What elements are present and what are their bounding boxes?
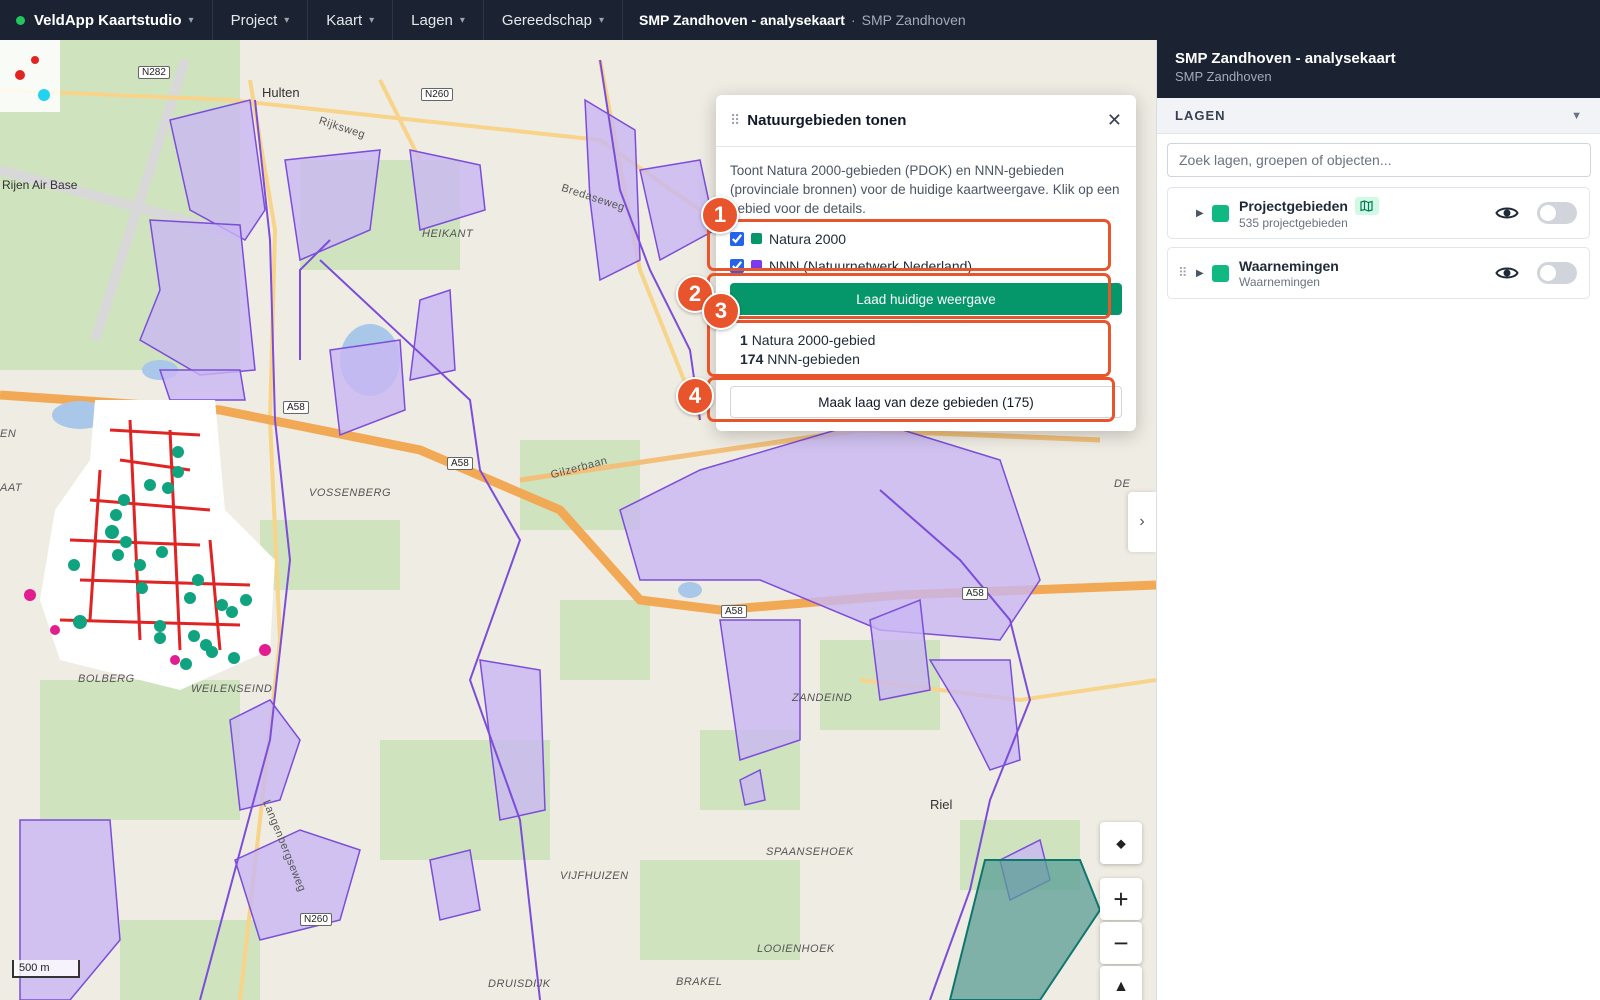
- layer-color-swatch: [1212, 204, 1229, 222]
- layers-panel: SMP Zandhoven - analysekaart SMP Zandhov…: [1156, 40, 1600, 1000]
- app-name: VeldApp Kaartstudio: [34, 11, 182, 29]
- layer-count: Waarnemingen: [1239, 274, 1320, 289]
- road-shield: A58: [962, 587, 988, 600]
- annotation-highlight-4: [707, 377, 1115, 422]
- place-label: BRAKEL: [676, 976, 723, 988]
- top-bar: VeldApp Kaartstudio ▾ Project ▾ Kaart ▾ …: [0, 0, 1600, 40]
- drag-handle-icon[interactable]: ⠿: [1178, 265, 1196, 281]
- road-shield: N260: [421, 88, 453, 101]
- map-icon: [1354, 196, 1379, 215]
- layers-section-header[interactable]: LAGEN ▼: [1157, 98, 1600, 134]
- place-label: AAT: [0, 482, 23, 494]
- place-label: DE: [1114, 478, 1131, 490]
- place-label: DRUISDIJK: [488, 978, 551, 990]
- road-shield: A58: [447, 457, 473, 470]
- chevron-down-icon: ▾: [369, 14, 375, 26]
- place-label: SPAANSEHOEK: [766, 846, 854, 858]
- menu-label: Project: [230, 11, 278, 29]
- chevron-down-icon: ▼: [1571, 109, 1582, 122]
- layer-name: Projectgebieden: [1239, 196, 1495, 215]
- menu-label: Gereedschap: [501, 11, 592, 29]
- place-label: Hulten: [262, 85, 300, 100]
- chevron-down-icon: ▾: [598, 14, 605, 26]
- drag-handle-icon[interactable]: ⠿: [730, 112, 740, 129]
- eye-icon[interactable]: [1495, 201, 1519, 225]
- place-label: BOLBERG: [78, 673, 135, 685]
- place-label: VIJFHUIZEN: [560, 870, 629, 882]
- layer-item-waarnemingen[interactable]: ⠿ ▶ Waarnemingen Waarnemingen: [1167, 247, 1590, 299]
- place-label: HEIKANT: [422, 228, 474, 240]
- zoom-in-button[interactable]: +: [1100, 878, 1142, 920]
- map-title: SMP Zandhoven - analysekaart: [639, 12, 845, 28]
- annotation-highlight-2: [707, 273, 1111, 319]
- compass-button[interactable]: ⬥: [1100, 822, 1142, 864]
- annotation-badge-1: 1: [701, 196, 739, 234]
- layer-count: 535 projectgebieden: [1239, 215, 1348, 230]
- annotation-badge-3: 3: [702, 292, 740, 330]
- chevron-down-icon: ▾: [284, 14, 290, 26]
- layer-name: Waarnemingen: [1239, 257, 1339, 274]
- breadcrumb-separator: ·: [850, 12, 856, 28]
- place-label: EN: [0, 428, 17, 440]
- place-label: Riel: [930, 797, 953, 812]
- menu-project[interactable]: Project ▾: [213, 0, 309, 40]
- dialog-description: Toont Natura 2000-gebieden (PDOK) en NNN…: [730, 163, 1120, 216]
- chevron-down-icon: ▾: [459, 14, 465, 26]
- place-label: Rijen Air Base: [2, 178, 78, 192]
- project-name: SMP Zandhoven: [861, 12, 966, 28]
- dialog-header: ⠿ Natuurgebieden tonen ✕: [716, 95, 1136, 147]
- road-shield: N282: [138, 66, 170, 79]
- road-shield: A58: [283, 401, 309, 414]
- road-shield: N260: [300, 913, 332, 926]
- close-icon[interactable]: ✕: [1107, 110, 1122, 131]
- annotation-highlight-3: [707, 320, 1111, 377]
- expand-arrow-icon[interactable]: ▶: [1196, 268, 1212, 279]
- status-dot-icon: [16, 15, 25, 25]
- zoom-out-button[interactable]: −: [1100, 922, 1142, 964]
- north-arrow-icon: ▲: [1113, 978, 1129, 995]
- menu-label: Kaart: [326, 11, 363, 29]
- layer-visibility-toggle[interactable]: [1537, 262, 1577, 284]
- plus-icon: +: [1113, 883, 1129, 914]
- nature-areas-dialog: ⠿ Natuurgebieden tonen ✕ Toont Natura 20…: [676, 95, 1136, 431]
- minus-icon: −: [1113, 927, 1129, 958]
- compass-icon: ⬥: [1116, 834, 1126, 851]
- menu-gereedschap[interactable]: Gereedschap ▾: [484, 0, 624, 40]
- place-label: LOOIENHOEK: [757, 943, 835, 955]
- layer-text: Waarnemingen Waarnemingen: [1239, 258, 1495, 289]
- panel-subtitle: SMP Zandhoven: [1175, 69, 1272, 84]
- layer-color-swatch: [1212, 264, 1229, 282]
- place-label: VOSSENBERG: [309, 487, 392, 499]
- layer-item-projectgebieden[interactable]: ▶ Projectgebieden 535 projectgebieden: [1167, 187, 1590, 239]
- scale-bar: 500 m: [12, 960, 80, 978]
- expand-arrow-icon[interactable]: ▶: [1196, 208, 1212, 219]
- menu-kaart[interactable]: Kaart ▾: [308, 0, 394, 40]
- menu-lagen[interactable]: Lagen ▾: [393, 0, 484, 40]
- place-label: WEILENSEIND: [191, 683, 273, 695]
- chevron-right-icon: ›: [1139, 513, 1145, 530]
- chevron-down-icon: ▾: [188, 14, 194, 26]
- annotation-badge-4: 4: [676, 377, 714, 415]
- section-label: LAGEN: [1175, 108, 1226, 123]
- place-label: ZANDEIND: [792, 692, 853, 704]
- panel-header: SMP Zandhoven - analysekaart SMP Zandhov…: [1157, 40, 1600, 98]
- road-shield: A58: [721, 605, 747, 618]
- breadcrumb: SMP Zandhoven - analysekaart · SMP Zandh…: [623, 12, 982, 28]
- layer-visibility-toggle[interactable]: [1537, 202, 1577, 224]
- layer-text: Projectgebieden 535 projectgebieden: [1239, 196, 1495, 230]
- dialog-title: Natuurgebieden tonen: [747, 112, 907, 129]
- layer-search-input[interactable]: [1167, 143, 1591, 177]
- annotation-highlight-1: [707, 219, 1111, 271]
- eye-icon[interactable]: [1495, 261, 1519, 285]
- menu-label: Lagen: [411, 11, 453, 29]
- panel-title: SMP Zandhoven - analysekaart: [1175, 50, 1396, 67]
- north-reset-button[interactable]: ▲: [1100, 966, 1142, 1000]
- app-menu[interactable]: VeldApp Kaartstudio ▾: [0, 0, 213, 40]
- panel-toggle-button[interactable]: ›: [1128, 492, 1156, 552]
